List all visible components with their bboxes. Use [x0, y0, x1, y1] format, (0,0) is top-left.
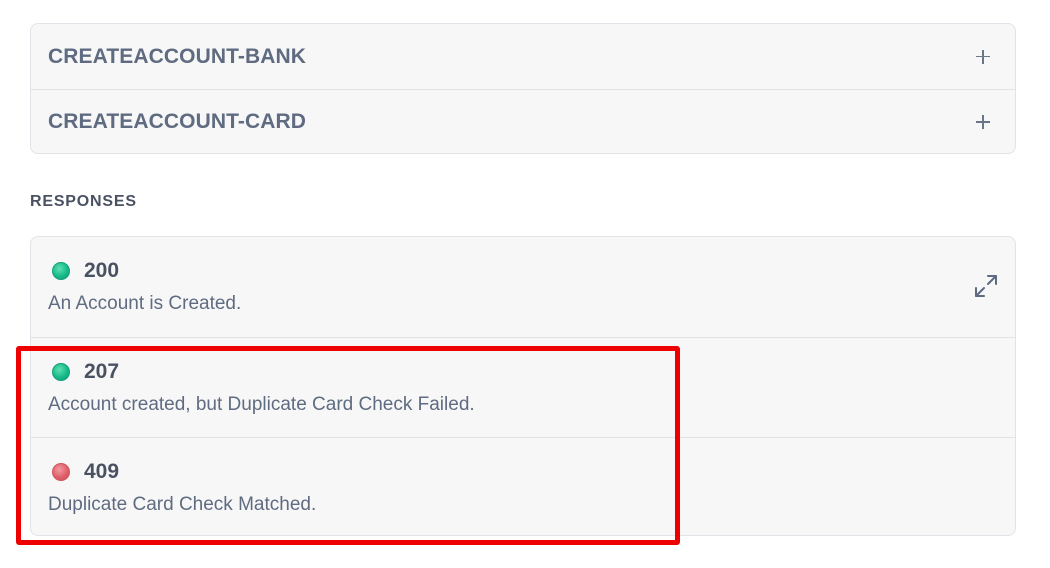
accordion-item-createaccount-card[interactable]: CREATEACCOUNT-CARD: [31, 89, 1015, 153]
response-code: 207: [84, 360, 120, 383]
responses-heading: RESPONSES: [30, 193, 137, 210]
responses-panel: 200 An Account is Created. 207 Account c…: [30, 236, 1016, 536]
accordion-item-title: CREATEACCOUNT-CARD: [48, 110, 307, 133]
response-code: 409: [84, 460, 120, 483]
status-dot-green-icon: [52, 262, 70, 280]
status-dot-red-icon: [52, 463, 70, 481]
response-description: Duplicate Card Check Matched.: [48, 494, 317, 515]
status-dot-green-icon: [52, 363, 70, 381]
response-item-200[interactable]: 200 An Account is Created.: [31, 237, 1015, 337]
plus-icon[interactable]: [975, 49, 991, 65]
response-description: An Account is Created.: [48, 293, 242, 314]
response-code: 200: [84, 259, 120, 282]
accordion-item-createaccount-bank[interactable]: CREATEACCOUNT-BANK: [31, 24, 1015, 89]
response-item-207[interactable]: 207 Account created, but Duplicate Card …: [31, 337, 1015, 437]
response-item-409[interactable]: 409 Duplicate Card Check Matched.: [31, 437, 1015, 535]
accordion-item-title: CREATEACCOUNT-BANK: [48, 44, 307, 68]
response-description: Account created, but Duplicate Card Chec…: [48, 394, 475, 415]
plus-icon[interactable]: [975, 114, 991, 130]
accordion: CREATEACCOUNT-BANK CREATEACCOUNT-CARD: [30, 23, 1016, 154]
expand-icon[interactable]: [973, 273, 999, 299]
